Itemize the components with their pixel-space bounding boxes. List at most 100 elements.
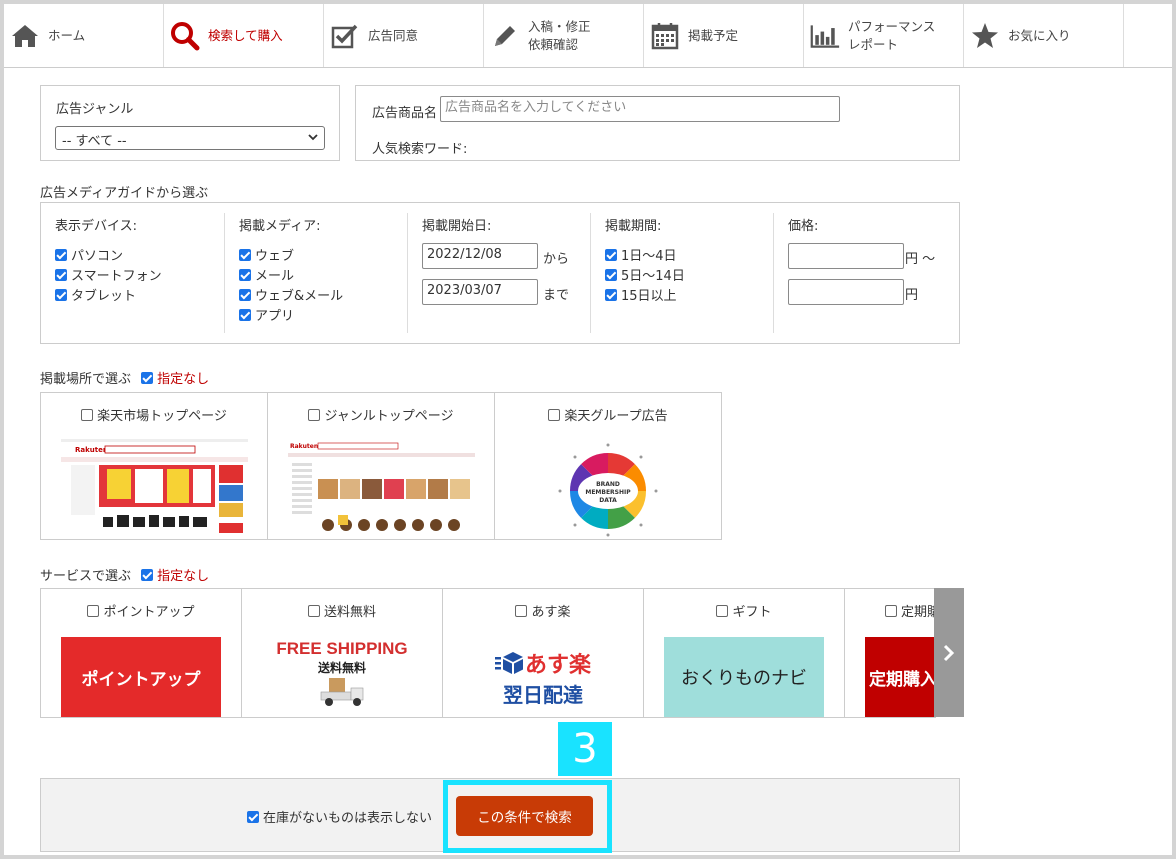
media-option-app[interactable]: アプリ [239, 305, 294, 324]
box-icon [494, 651, 523, 674]
checkbox-checked[interactable] [239, 289, 251, 301]
calendar-icon [650, 21, 680, 51]
device-option-smartphone[interactable]: スマートフォン [55, 265, 162, 284]
free-shipping-banner: FREE SHIPPING 送料無料 [262, 637, 422, 717]
checkbox-unchecked[interactable] [885, 605, 897, 617]
device-option-pc[interactable]: パソコン [55, 245, 123, 264]
svg-text:MEMBERSHIP: MEMBERSHIP [585, 489, 631, 496]
service-point-up[interactable]: ポイントアップ ポイントアップ [41, 589, 242, 717]
checkbox-checked[interactable] [239, 309, 251, 321]
start-date-to-input[interactable]: 2023/03/07 [422, 279, 538, 305]
checkbox-unchecked[interactable] [515, 605, 528, 617]
checkbox-checked[interactable] [55, 289, 67, 301]
checkbox-checked[interactable] [605, 249, 617, 261]
product-label: 広告商品名 [372, 106, 438, 121]
service-none-checkbox[interactable]: 指定なし [141, 569, 209, 584]
genre-label: 広告ジャンル [56, 102, 134, 117]
nav-search-purchase[interactable]: 検索して購入 [164, 4, 324, 67]
hide-out-of-stock-checkbox[interactable]: 在庫がないものは表示しない [247, 807, 432, 826]
service-header: サービスで選ぶ 指定なし [40, 569, 210, 584]
media-guide-box: 表示デバイス: パソコン スマートフォン タブレット 掲載メディア: ウェブ メ… [40, 202, 960, 344]
checkbox-checked[interactable] [55, 249, 67, 261]
pencil-icon [490, 21, 520, 51]
point-up-banner: ポイントアップ [61, 637, 221, 717]
service-gift[interactable]: ギフト おくりものナビ [644, 589, 845, 717]
start-date-column: 掲載開始日: 2022/12/08 から 2023/03/07 まで [422, 219, 570, 305]
svg-text:BRAND: BRAND [596, 481, 620, 488]
popular-words-label: 人気検索ワード: [372, 142, 468, 157]
service-asuraku[interactable]: あす楽 あす楽 翌日配達 [443, 589, 644, 717]
placement-genre-top[interactable]: ジャンルトップページ Rakuten [268, 393, 495, 539]
checkbox-checked[interactable] [605, 289, 617, 301]
carousel-next-button[interactable] [934, 588, 964, 717]
ichiba-top-thumbnail: Rakuten [61, 439, 248, 537]
teiki-banner: 定期購入 [865, 637, 936, 717]
checkbox-unchecked[interactable] [716, 605, 729, 617]
period-column: 掲載期間: 1日～4日 5日～14日 15日以上 [605, 219, 685, 304]
media-option-web[interactable]: ウェブ [239, 245, 294, 264]
search-button[interactable]: この条件で検索 [456, 796, 593, 836]
period-option-5-14[interactable]: 5日～14日 [605, 265, 685, 284]
checkbox-unchecked[interactable] [81, 409, 94, 421]
checkbox-unchecked[interactable] [308, 409, 321, 421]
nav-favorites[interactable]: お気に入り [964, 4, 1124, 67]
search-icon [170, 21, 200, 51]
genre-select[interactable]: -- すべて -- [55, 126, 325, 150]
nav-submission[interactable]: 入稿・修正 依頼確認 [484, 4, 644, 67]
checkbox-checked[interactable] [247, 811, 259, 823]
delivery-truck-icon [320, 678, 364, 706]
genre-box: 広告ジャンル -- すべて -- [40, 85, 340, 161]
checkbox-checked[interactable] [605, 269, 617, 281]
svg-text:Rakuten: Rakuten [290, 443, 318, 450]
media-option-web-mail[interactable]: ウェブ&メール [239, 285, 343, 304]
product-box: 広告商品名 広告商品名を入力してください 人気検索ワード: [355, 85, 960, 161]
placement-ichiba-top[interactable]: 楽天市場トップページ Rakuten [41, 393, 268, 539]
price-max-input[interactable] [788, 279, 904, 305]
placement-none-checkbox[interactable]: 指定なし [141, 372, 209, 387]
asuraku-banner: あす楽 翌日配達 [463, 637, 623, 717]
checkbox-checked[interactable] [239, 269, 251, 281]
star-icon [970, 21, 1000, 51]
placement-group-ad[interactable]: 楽天グループ広告 BRAND MEMBERSHIP DATA [495, 393, 722, 539]
gift-banner: おくりものナビ [664, 637, 824, 717]
period-option-15plus[interactable]: 15日以上 [605, 285, 677, 304]
checkbox-checked[interactable] [141, 569, 154, 581]
nav-performance-report[interactable]: パフォーマンス レポート [804, 4, 964, 67]
checkbox-icon [330, 21, 360, 51]
device-option-tablet[interactable]: タブレット [55, 285, 136, 304]
checkbox-checked[interactable] [239, 249, 251, 261]
price-min-input[interactable] [788, 243, 904, 269]
media-option-mail[interactable]: メール [239, 265, 294, 284]
media-guide-title: 広告メディアガイドから選ぶ [40, 186, 209, 201]
home-icon [10, 21, 40, 51]
device-column: 表示デバイス: パソコン スマートフォン タブレット [55, 219, 162, 304]
chevron-down-icon [308, 134, 318, 141]
period-option-1-4[interactable]: 1日～4日 [605, 245, 677, 264]
service-teiki[interactable]: 定期購入 定期購入 [845, 589, 936, 717]
bar-chart-icon [810, 21, 840, 51]
nav-schedule[interactable]: 掲載予定 [644, 4, 804, 67]
svg-text:Rakuten: Rakuten [75, 446, 108, 454]
svg-text:DATA: DATA [599, 497, 617, 504]
placement-box: 楽天市場トップページ Rakuten ジャンルトップページ Rakuten 楽天… [40, 392, 722, 540]
service-free-shipping[interactable]: 送料無料 FREE SHIPPING 送料無料 [242, 589, 443, 717]
checkbox-checked[interactable] [141, 372, 154, 384]
checkbox-unchecked[interactable] [548, 409, 561, 421]
price-column: 価格: 円 ～ 円 [788, 219, 936, 305]
top-nav: ホーム 検索して購入 広告同意 入稿・修正 依頼確認 掲載予定 パフォーマンス … [4, 4, 1172, 68]
start-date-from-input[interactable]: 2022/12/08 [422, 243, 538, 269]
page: ホーム 検索して購入 広告同意 入稿・修正 依頼確認 掲載予定 パフォーマンス … [4, 4, 1172, 855]
checkbox-unchecked[interactable] [307, 605, 320, 617]
checkbox-unchecked[interactable] [87, 605, 100, 617]
chevron-right-icon [943, 644, 955, 661]
group-ad-wheel: BRAND MEMBERSHIP DATA [515, 439, 702, 537]
placement-header: 掲載場所で選ぶ 指定なし [40, 372, 210, 387]
nav-home[interactable]: ホーム [4, 4, 164, 67]
step-badge: 3 [558, 722, 612, 776]
service-carousel: ポイントアップ ポイントアップ 送料無料 FREE SHIPPING 送料無料 … [40, 588, 936, 718]
checkbox-checked[interactable] [55, 269, 67, 281]
nav-ad-consent[interactable]: 広告同意 [324, 4, 484, 67]
media-column: 掲載メディア: ウェブ メール ウェブ&メール アプリ [239, 219, 344, 324]
genre-top-thumbnail: Rakuten [288, 439, 475, 537]
product-name-input[interactable]: 広告商品名を入力してください [440, 96, 840, 122]
